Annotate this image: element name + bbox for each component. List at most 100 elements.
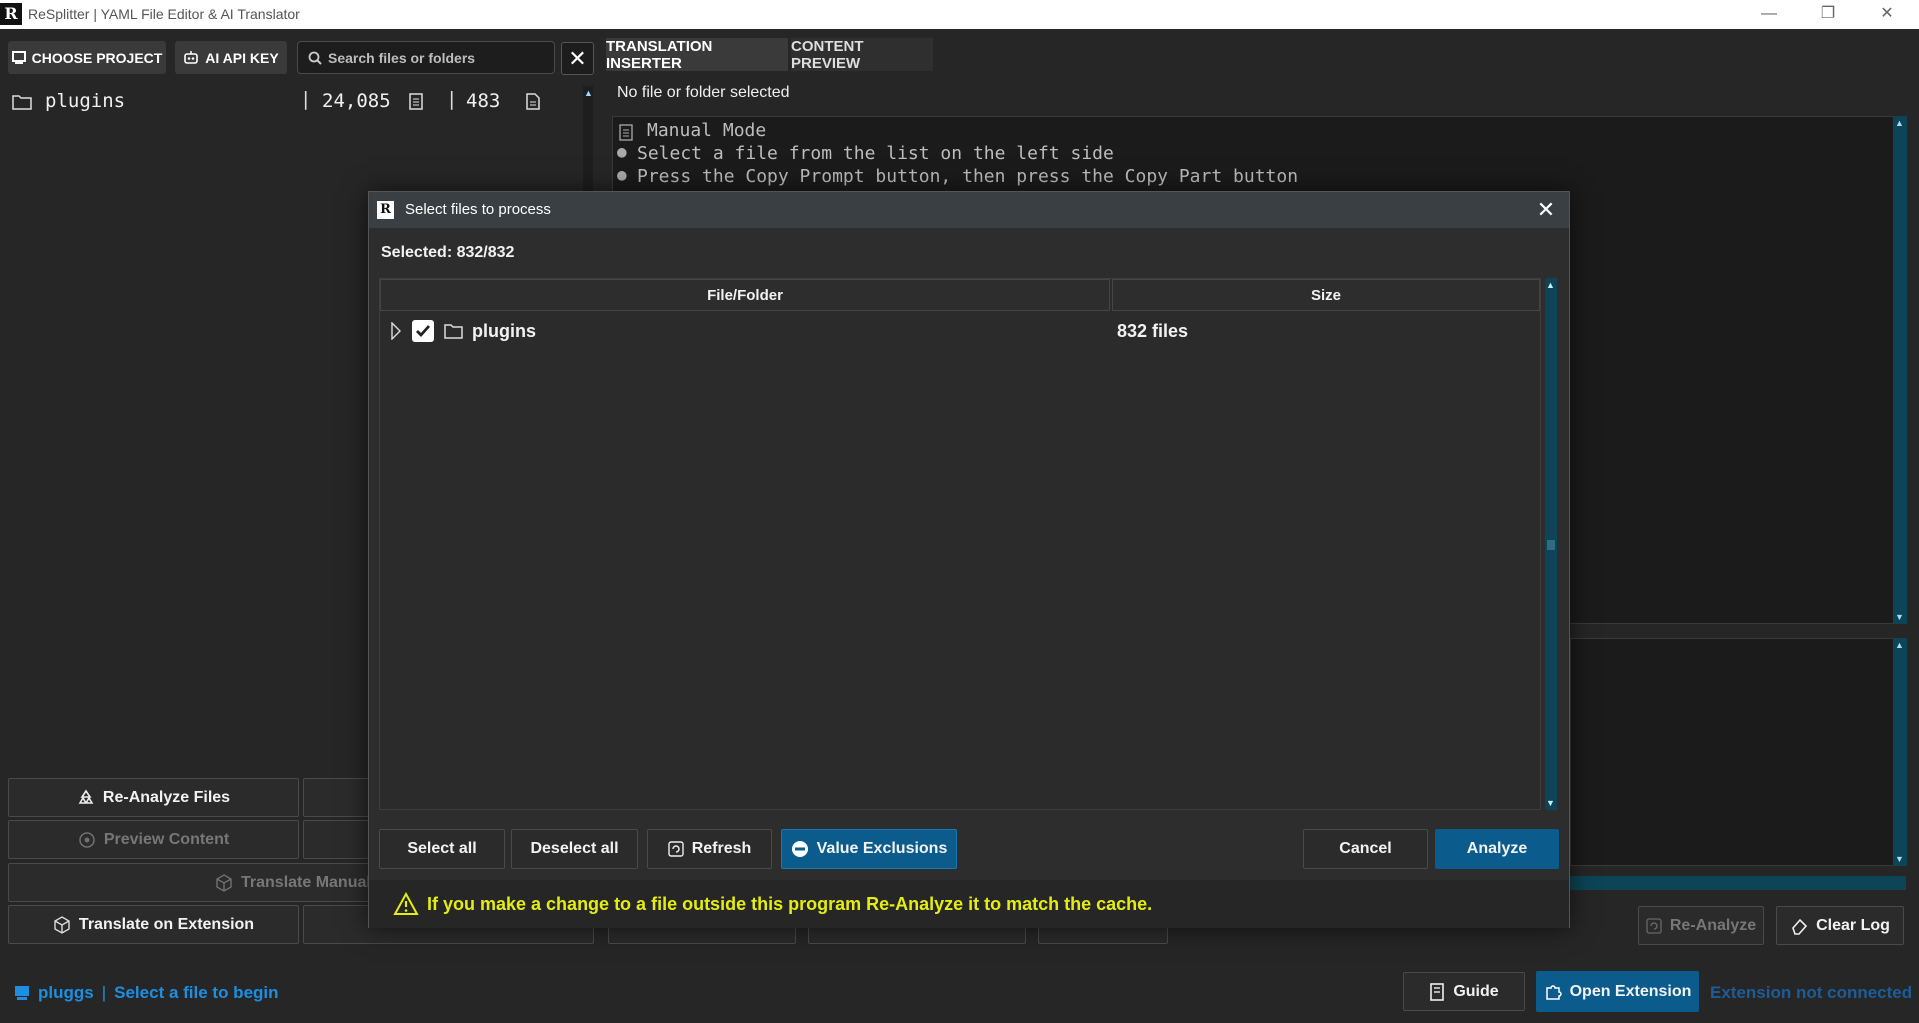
column-file-folder[interactable]: File/Folder [380,279,1110,311]
app-logo: R [0,3,22,25]
scroll-up-icon[interactable]: ▲ [584,88,593,98]
expand-arrow-icon[interactable] [390,322,402,340]
document-lines-icon [409,93,423,110]
bullet-icon: ● [617,165,627,184]
puzzle-icon [1545,984,1562,1000]
bullet-icon: ● [617,142,627,161]
guide-label: Guide [1453,982,1499,1000]
file-icon [526,93,540,110]
scroll-up-icon[interactable]: ▲ [1895,118,1904,128]
monitor-icon [15,986,29,1000]
close-icon[interactable]: ✕ [1533,197,1559,223]
tree-folder-name: plugins [45,90,126,112]
cube-icon [216,873,232,892]
translate-manual-label: Translate Manual [241,873,371,891]
translate-on-extension-label: Translate on Extension [78,915,255,933]
clear-log-label: Clear Log [1816,916,1890,934]
tab-content-preview[interactable]: CONTENT PREVIEW [791,38,933,72]
reanalyze-button[interactable]: Re-Analyze [1638,906,1764,945]
tree-file-count: 483 [466,90,501,112]
guide-button[interactable]: Guide [1403,972,1525,1011]
warning-icon [393,892,419,915]
folder-icon [12,95,32,110]
scroll-down-icon[interactable]: ▼ [1895,854,1904,864]
select-all-button[interactable]: Select all [379,829,505,869]
title-bar: R ReSplitter | YAML File Editor & AI Tra… [0,0,1919,29]
clear-log-button[interactable]: Clear Log [1776,906,1904,945]
scroll-down-icon[interactable]: ▼ [1546,798,1555,808]
check-icon [416,325,431,338]
recycle-icon [78,789,94,804]
maximize-icon[interactable]: ❐ [1805,0,1851,29]
close-icon[interactable]: ✕ [1864,0,1910,29]
tree-divider: | [446,88,458,110]
selection-status: No file or folder selected [617,84,790,101]
row-size: 832 files [1117,321,1189,341]
reanalyze-files-label: Re-Analyze Files [102,788,231,806]
cancel-button[interactable]: Cancel [1303,829,1428,869]
folder-icon [444,324,463,339]
reanalyze-files-button[interactable]: Re-Analyze Files [8,778,299,817]
log-scrollbar[interactable]: ▲ ▼ [1893,638,1907,866]
value-exclusions-button[interactable]: Value Exclusions [781,829,957,869]
reanalyze-label: Re-Analyze [1669,916,1757,934]
search-box[interactable] [297,41,555,74]
tree-row-plugins[interactable]: plugins | 24,085 | 483 [8,86,578,116]
editor-scrollbar[interactable]: ▲ ▼ [1893,116,1907,624]
log-panel[interactable] [1570,638,1894,866]
row-checkbox[interactable] [412,320,434,342]
dialog-title-bar: R Select files to process ✕ [369,192,1569,228]
eraser-icon [1792,918,1808,935]
scroll-down-icon[interactable]: ▼ [1895,612,1904,622]
project-name: pluggs [38,983,94,1002]
minimize-icon[interactable]: — [1746,0,1792,29]
editor-line: Press the Copy Prompt button, then press… [637,166,1299,187]
table-scrollbar[interactable]: ▲ ▼ [1545,278,1557,810]
table-row[interactable]: plugins 832 files [380,313,1540,347]
open-extension-button[interactable]: Open Extension [1536,971,1699,1012]
column-size[interactable]: Size [1112,279,1540,311]
scroll-thumb[interactable] [1547,540,1555,550]
book-icon [1430,982,1445,1001]
choose-project-button[interactable]: CHOOSE PROJECT [8,41,166,74]
refresh-icon [1646,917,1662,934]
choose-project-label: CHOOSE PROJECT [31,49,163,66]
preview-content-button[interactable]: Preview Content [8,820,299,859]
refresh-icon [668,841,684,857]
clear-search-button[interactable]: ✕ [561,42,594,75]
value-exclusions-label: Value Exclusions [816,840,948,857]
progress-bar [1570,876,1906,890]
dialog-title: Select files to process [405,201,551,218]
eye-icon [79,831,95,848]
cube-icon [54,915,70,934]
status-message: Select a file to begin [114,983,279,1002]
preview-content-label: Preview Content [103,830,230,848]
tab-translation-inserter[interactable]: TRANSLATION INSERTER [606,38,788,72]
status-separator: | [101,983,107,1002]
search-input[interactable] [328,49,538,66]
warning-banner: If you make a change to a file outside t… [369,880,1569,928]
refresh-label: Refresh [691,840,752,857]
document-icon [619,124,633,141]
scroll-up-icon[interactable]: ▲ [1546,280,1555,290]
select-files-dialog: R Select files to process ✕ Selected: 83… [368,191,1570,928]
ai-api-key-label: AI API KEY [205,49,279,66]
window-title: ReSplitter | YAML File Editor & AI Trans… [28,6,300,22]
translate-on-extension-button[interactable]: Translate on Extension [8,905,299,944]
monitor-icon [11,50,26,64]
robot-icon [184,50,199,64]
file-table: File/Folder Size plugins 832 files [379,278,1541,810]
extension-status: Extension not connected [1710,983,1913,1002]
selected-count: Selected: 832/832 [381,244,515,261]
ai-api-key-button[interactable]: AI API KEY [175,41,287,74]
tree-divider: | [300,88,312,110]
deselect-all-button[interactable]: Deselect all [511,829,638,869]
app-logo: R [377,201,394,219]
scroll-up-icon[interactable]: ▲ [1895,640,1904,650]
open-extension-label: Open Extension [1569,982,1692,1000]
warning-text: If you make a change to a file outside t… [427,893,1153,914]
analyze-button[interactable]: Analyze [1435,829,1559,869]
editor-line: Manual Mode [647,120,767,141]
refresh-button[interactable]: Refresh [647,829,772,869]
editor-line: Select a file from the list on the left … [637,143,1114,164]
